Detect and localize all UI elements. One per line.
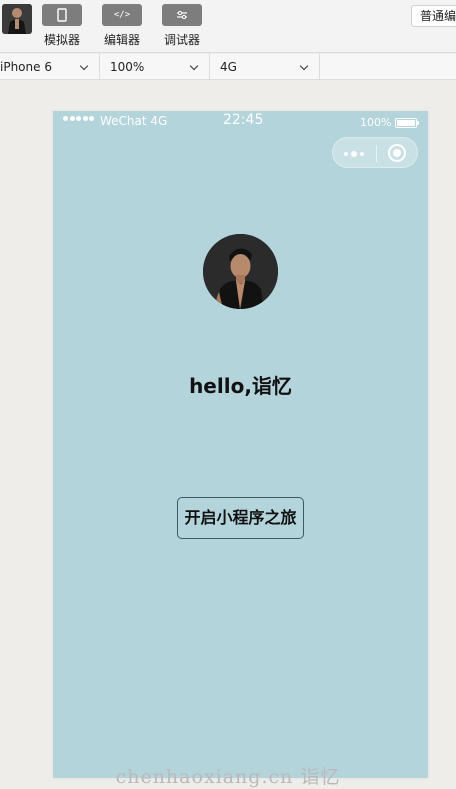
battery-percent: 100% [360,116,392,129]
debug-icon[interactable] [162,4,202,26]
editor-label: 编辑器 [103,33,140,47]
debugger-label: 调试器 [163,33,200,47]
simulator-label: 模拟器 [43,33,80,47]
device-select[interactable]: iPhone 6 [0,54,100,80]
watermark: chenhaoxiang.cn 诣忆 [115,766,341,788]
compile-mode-button[interactable]: 普通编 [411,5,456,27]
carrier-label: WeChat 4G [100,114,168,128]
user-avatar-thumbnail[interactable] [2,4,32,34]
debugger-tool[interactable]: 调试器 [162,4,202,48]
network-select[interactable]: 4G [210,54,320,80]
device-bar: iPhone 6 100% 4G [0,54,456,80]
start-journey-button[interactable]: 开启小程序之旅 [177,497,304,539]
avatar [203,234,278,309]
signal-icon [63,116,94,121]
zoom-select-value: 100% [110,60,145,74]
mini-program-capsule [332,137,418,168]
chevron-down-icon [189,61,199,71]
phone-simulator: WeChat 4G 22:45 100% hello,诣忆 开启小程序之旅 [53,111,428,778]
editor-tool[interactable]: </> 编辑器 [102,4,142,48]
device-select-value: iPhone 6 [0,60,52,74]
more-icon[interactable] [344,151,364,157]
status-time: 22:45 [223,112,264,128]
network-select-value: 4G [220,60,237,74]
close-icon[interactable] [388,144,406,162]
phone-icon[interactable] [42,4,82,26]
greeting-text: hello,诣忆 [189,374,292,398]
code-icon[interactable]: </> [102,4,142,26]
zoom-select[interactable]: 100% [100,54,210,80]
status-bar: WeChat 4G 22:45 100% [53,111,428,133]
battery-icon [395,118,419,128]
capsule-divider [376,145,377,162]
toolbar: 模拟器 </> 编辑器 调试器 普通编 [0,0,456,53]
chevron-down-icon [299,61,309,71]
simulator-tool[interactable]: 模拟器 [42,4,82,48]
chevron-down-icon [79,61,89,71]
